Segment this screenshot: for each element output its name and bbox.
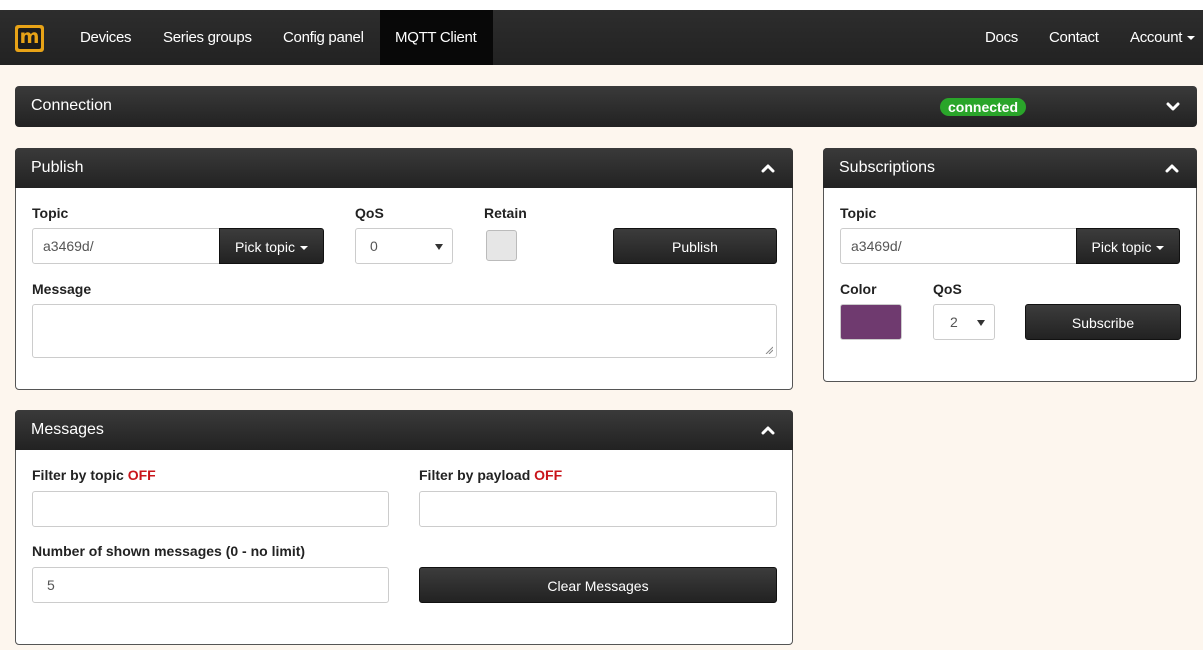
publish-panel: Publish Topic a3469d/ Pick topic QoS 0 R…: [15, 148, 793, 390]
message-label: Message: [32, 281, 92, 297]
publish-qos-label: QoS: [355, 205, 384, 221]
color-picker[interactable]: [840, 304, 902, 340]
connection-panel: Connection connected: [15, 86, 1197, 127]
nav-docs[interactable]: Docs: [970, 10, 1033, 65]
connection-header[interactable]: Connection connected: [15, 86, 1197, 127]
limit-input[interactable]: 5: [32, 567, 389, 603]
subscribe-qos-value: 2: [950, 314, 958, 330]
subscriptions-panel: Subscriptions Topic a3469d/ Pick topic C…: [823, 148, 1197, 382]
limit-label: Number of shown messages (0 - no limit): [32, 543, 306, 559]
publish-pick-topic-button[interactable]: Pick topic: [219, 228, 324, 264]
subscriptions-title: Subscriptions: [839, 159, 936, 176]
publish-topic-input[interactable]: a3469d/: [32, 228, 222, 264]
filter-topic-label: Filter by topic OFF: [32, 467, 156, 483]
subscribe-topic-label: Topic: [840, 205, 877, 221]
color-label: Color: [840, 281, 877, 297]
nav-account-label: Account: [1130, 29, 1183, 46]
logo[interactable]: m: [15, 25, 44, 52]
publish-pick-topic-label: Pick topic: [235, 239, 295, 255]
caret-down-icon: [1187, 36, 1196, 41]
caret-down-icon: [1156, 246, 1165, 251]
filter-payload-text: Filter by payload: [419, 467, 531, 483]
connection-title: Connection: [31, 97, 112, 114]
chevron-up-icon[interactable]: [761, 161, 775, 175]
nav-series-groups[interactable]: Series groups: [148, 10, 267, 65]
messages-header[interactable]: Messages: [15, 410, 793, 450]
publish-qos-value: 0: [370, 238, 378, 254]
dropdown-arrow-icon: [977, 320, 985, 326]
top-navbar: m Devices Series groups Config panel MQT…: [0, 10, 1203, 65]
filter-topic-state: OFF: [127, 467, 156, 483]
subscribe-topic-input[interactable]: a3469d/: [840, 228, 1080, 264]
status-badge: connected: [940, 98, 1027, 116]
messages-panel: Messages Filter by topic OFF Filter by p…: [15, 410, 793, 645]
logo-letter: m: [18, 26, 41, 49]
chevron-up-icon[interactable]: [761, 423, 775, 437]
subscribe-qos-select[interactable]: 2: [933, 304, 995, 340]
filter-topic-input[interactable]: [32, 491, 389, 527]
chevron-up-icon[interactable]: [1165, 161, 1179, 175]
retain-checkbox[interactable]: [486, 230, 517, 261]
subscribe-pick-topic-label: Pick topic: [1091, 239, 1152, 255]
publish-title: Publish: [31, 159, 84, 176]
message-textarea[interactable]: [32, 304, 777, 358]
subscribe-qos-label: QoS: [933, 281, 962, 297]
filter-topic-text: Filter by topic: [32, 467, 124, 483]
nav-config-panel[interactable]: Config panel: [268, 10, 379, 65]
nav-account[interactable]: Account: [1115, 10, 1196, 65]
nav-mqtt-client[interactable]: MQTT Client: [380, 10, 493, 65]
publish-qos-select[interactable]: 0: [355, 228, 453, 264]
publish-button[interactable]: Publish: [613, 228, 777, 264]
subscriptions-header[interactable]: Subscriptions: [823, 148, 1197, 188]
publish-topic-label: Topic: [32, 205, 69, 221]
retain-label: Retain: [484, 205, 527, 221]
messages-title: Messages: [31, 421, 104, 438]
caret-down-icon: [299, 246, 308, 251]
clear-messages-button[interactable]: Clear Messages: [419, 567, 777, 603]
nav-contact[interactable]: Contact: [1034, 10, 1114, 65]
publish-header[interactable]: Publish: [15, 148, 793, 188]
chevron-down-icon[interactable]: [1166, 100, 1180, 114]
filter-payload-input[interactable]: [419, 491, 777, 527]
subscribe-pick-topic-button[interactable]: Pick topic: [1076, 228, 1180, 264]
nav-devices[interactable]: Devices: [65, 10, 146, 65]
filter-payload-state: OFF: [534, 467, 563, 483]
filter-payload-label: Filter by payload OFF: [419, 467, 562, 483]
dropdown-arrow-icon: [435, 244, 443, 250]
subscribe-button[interactable]: Subscribe: [1025, 304, 1181, 340]
resize-handle-icon[interactable]: [765, 346, 773, 354]
